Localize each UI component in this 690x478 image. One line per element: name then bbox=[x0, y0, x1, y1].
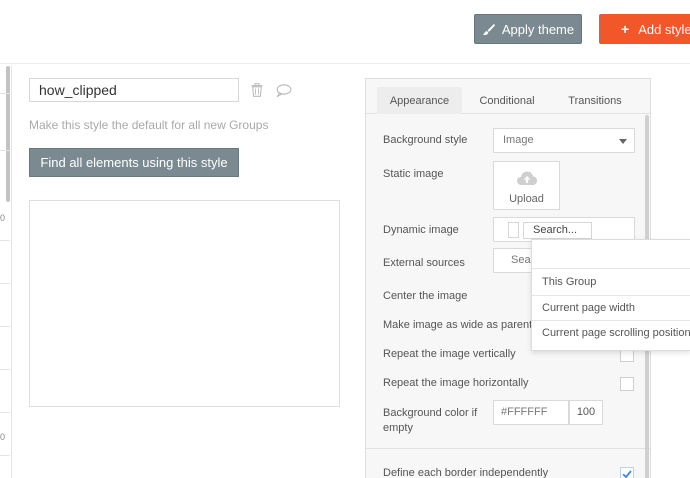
top-toolbar: Apply theme + Add style bbox=[0, 0, 690, 64]
apply-theme-label: Apply theme bbox=[501, 21, 575, 37]
strip-divider bbox=[0, 369, 10, 370]
strip-divider bbox=[0, 150, 10, 151]
upload-label: Upload bbox=[509, 193, 544, 205]
repeat-horizontal-label: Repeat the image horizontally bbox=[383, 377, 529, 389]
strip-digit: 0 bbox=[0, 213, 6, 223]
wide-image-label: Make image as wide as parent e bbox=[383, 319, 542, 331]
style-preview-box bbox=[29, 200, 340, 407]
trash-icon[interactable] bbox=[251, 83, 263, 97]
static-image-label: Static image bbox=[383, 168, 444, 180]
repeat-vertical-label: Repeat the image vertically bbox=[383, 348, 516, 360]
border-independent-checkbox[interactable] bbox=[620, 467, 634, 478]
section-divider bbox=[366, 448, 650, 449]
dynamic-image-label: Dynamic image bbox=[383, 224, 459, 236]
strip-divider bbox=[0, 412, 10, 413]
dynamic-search-input[interactable]: Search... bbox=[523, 222, 592, 239]
bg-color-label-line2: empty bbox=[383, 422, 413, 434]
dropdown-separator bbox=[532, 295, 690, 296]
add-style-label: Add style bbox=[638, 21, 690, 37]
background-style-value: Image bbox=[503, 134, 534, 146]
dropdown-item-scroll-position[interactable]: Current page scrolling position bbox=[542, 327, 690, 339]
checkmark-icon bbox=[622, 470, 632, 478]
center-image-label: Center the image bbox=[383, 290, 468, 302]
left-strip-scrollbar[interactable] bbox=[6, 66, 10, 202]
default-style-hint[interactable]: Make this style the default for all new … bbox=[29, 118, 268, 132]
dropdown-separator bbox=[532, 320, 690, 321]
border-independent-label: Define each border independently bbox=[383, 467, 549, 478]
bg-color-label: Background color if empty bbox=[383, 406, 477, 436]
plus-icon: + bbox=[621, 21, 630, 37]
bg-opacity-input[interactable]: 100 bbox=[569, 400, 603, 425]
expression-token-box[interactable] bbox=[508, 222, 519, 238]
strip-divider bbox=[0, 326, 10, 327]
dropdown-item-page-width[interactable]: Current page width bbox=[542, 302, 635, 314]
tab-appearance[interactable]: Appearance bbox=[377, 87, 462, 114]
caret-down-icon bbox=[619, 139, 627, 144]
panel-tabs: Appearance Conditional Transitions bbox=[366, 79, 650, 114]
repeat-horizontal-checkbox[interactable] bbox=[620, 377, 634, 391]
upload-image-button[interactable]: Upload bbox=[493, 161, 560, 210]
cloud-upload-icon bbox=[517, 171, 537, 185]
tab-conditional[interactable]: Conditional bbox=[466, 87, 548, 114]
external-sources-label: External sources bbox=[383, 257, 465, 269]
dynamic-data-dropdown: This Group Current page width Current pa… bbox=[531, 239, 690, 351]
brush-icon bbox=[482, 23, 495, 35]
find-elements-button[interactable]: Find all elements using this style bbox=[29, 148, 239, 177]
bg-color-label-line1: Background color if bbox=[383, 407, 478, 419]
background-style-label: Background style bbox=[383, 134, 468, 146]
strip-divider bbox=[0, 283, 10, 284]
strip-digit: 0 bbox=[0, 432, 6, 442]
style-name-input[interactable]: how_clipped bbox=[29, 78, 239, 102]
bg-color-input[interactable]: #FFFFFF bbox=[493, 400, 569, 425]
strip-divider bbox=[0, 93, 10, 94]
tab-transitions[interactable]: Transitions bbox=[554, 87, 636, 114]
strip-divider bbox=[0, 240, 10, 241]
add-style-button[interactable]: + Add style bbox=[599, 14, 690, 44]
apply-theme-button[interactable]: Apply theme bbox=[474, 14, 582, 44]
dropdown-item-this-group[interactable]: This Group bbox=[542, 276, 596, 288]
comment-icon[interactable] bbox=[276, 84, 292, 97]
strip-divider bbox=[0, 455, 10, 456]
background-style-select[interactable]: Image bbox=[493, 128, 635, 153]
dropdown-search-area[interactable] bbox=[532, 240, 690, 269]
